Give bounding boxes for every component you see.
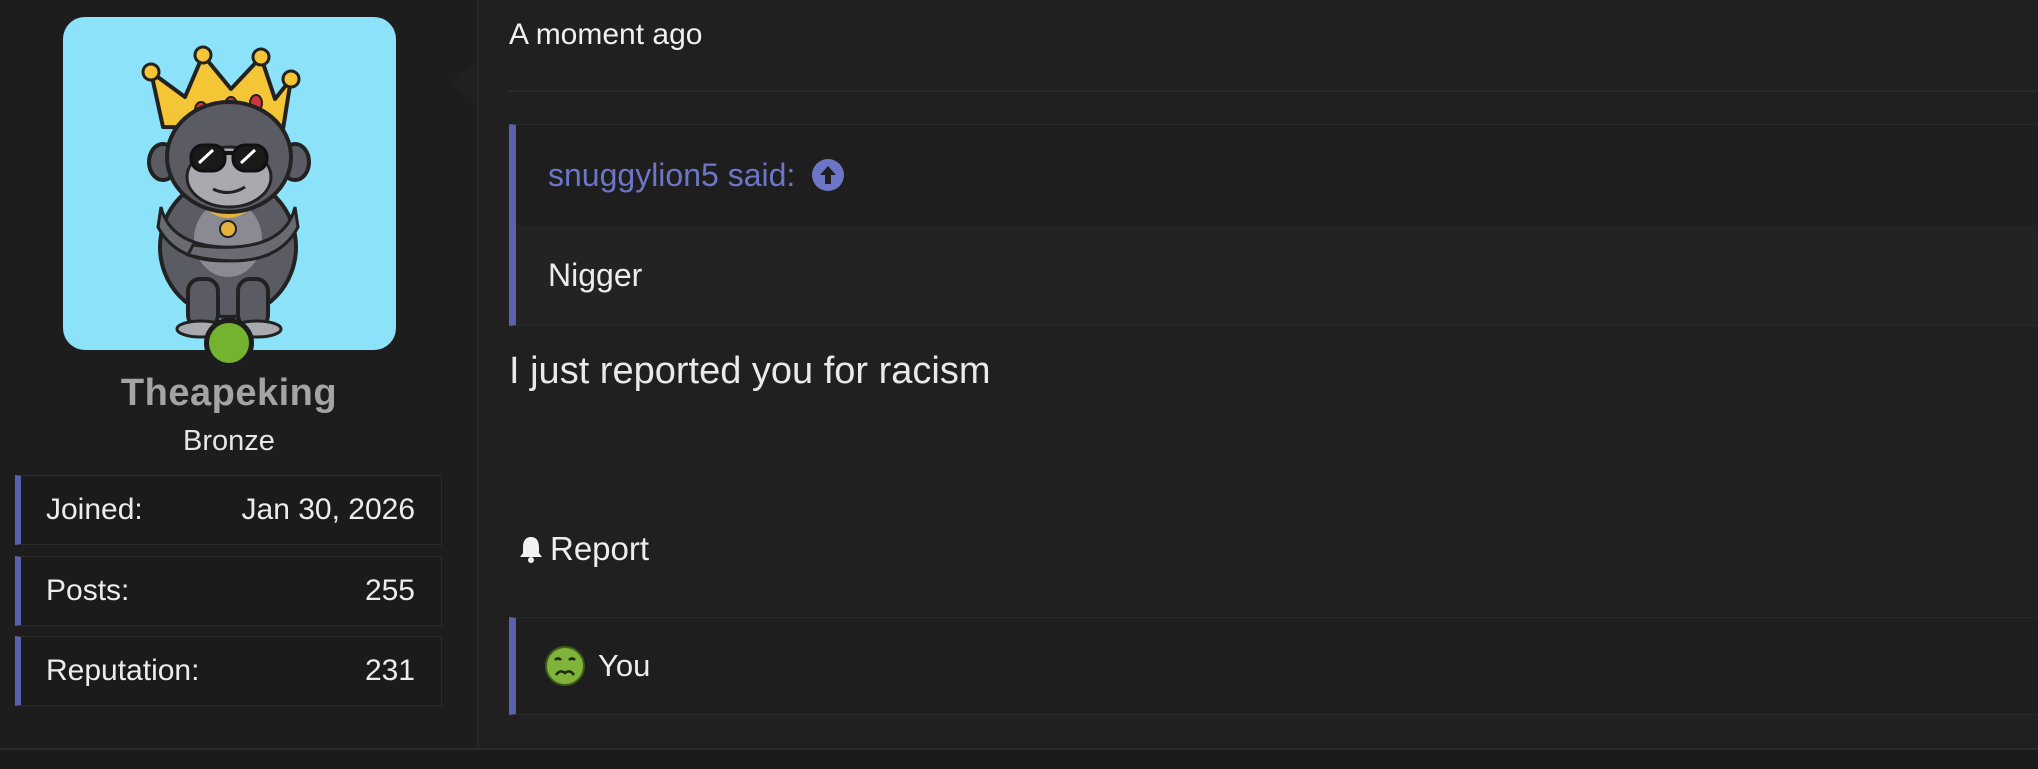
- stat-label: Joined:: [46, 493, 143, 526]
- author-user-title: Bronze: [183, 425, 275, 457]
- report-label: Report: [550, 530, 650, 567]
- post-timestamp[interactable]: A moment ago: [509, 18, 702, 52]
- stat-reputation: Reputation: 231: [15, 636, 442, 706]
- stat-value: 231: [364, 654, 415, 687]
- avatar-container: [63, 17, 396, 368]
- stat-label: Reputation:: [46, 654, 200, 687]
- quote-block: snuggylion5 said: Nigger: [509, 124, 2038, 326]
- online-status-indicator: [204, 318, 254, 368]
- divider: [509, 90, 2038, 92]
- quote-header: snuggylion5 said:: [516, 125, 2038, 225]
- user-sidebar: Theapeking Bronze Joined: Jan 30, 2026 P…: [0, 0, 479, 748]
- avatar[interactable]: [63, 17, 396, 350]
- reactions-label[interactable]: You: [598, 648, 650, 684]
- reactions-bar[interactable]: You: [509, 617, 2038, 715]
- stat-posts: Posts: 255: [15, 556, 442, 626]
- quote-text: Nigger: [516, 225, 2038, 325]
- stat-label: Posts:: [46, 574, 130, 607]
- stat-value: 255: [364, 574, 415, 607]
- bell-icon: [516, 534, 546, 564]
- quote-attribution[interactable]: snuggylion5 said:: [548, 157, 795, 194]
- stat-value: Jan 30, 2026: [241, 493, 415, 526]
- nauseated-face-icon: [544, 645, 586, 687]
- report-button[interactable]: Report: [516, 530, 649, 568]
- author-username[interactable]: Theapeking: [0, 372, 458, 415]
- forum-post: Theapeking Bronze Joined: Jan 30, 2026 P…: [0, 0, 2038, 748]
- post-message: I just reported you for racism: [509, 350, 991, 392]
- arrow-up-circle-icon[interactable]: [811, 158, 845, 192]
- post-arrow: [449, 60, 477, 104]
- stat-joined: Joined: Jan 30, 2026: [15, 475, 442, 545]
- post-footer-divider: [0, 748, 2038, 769]
